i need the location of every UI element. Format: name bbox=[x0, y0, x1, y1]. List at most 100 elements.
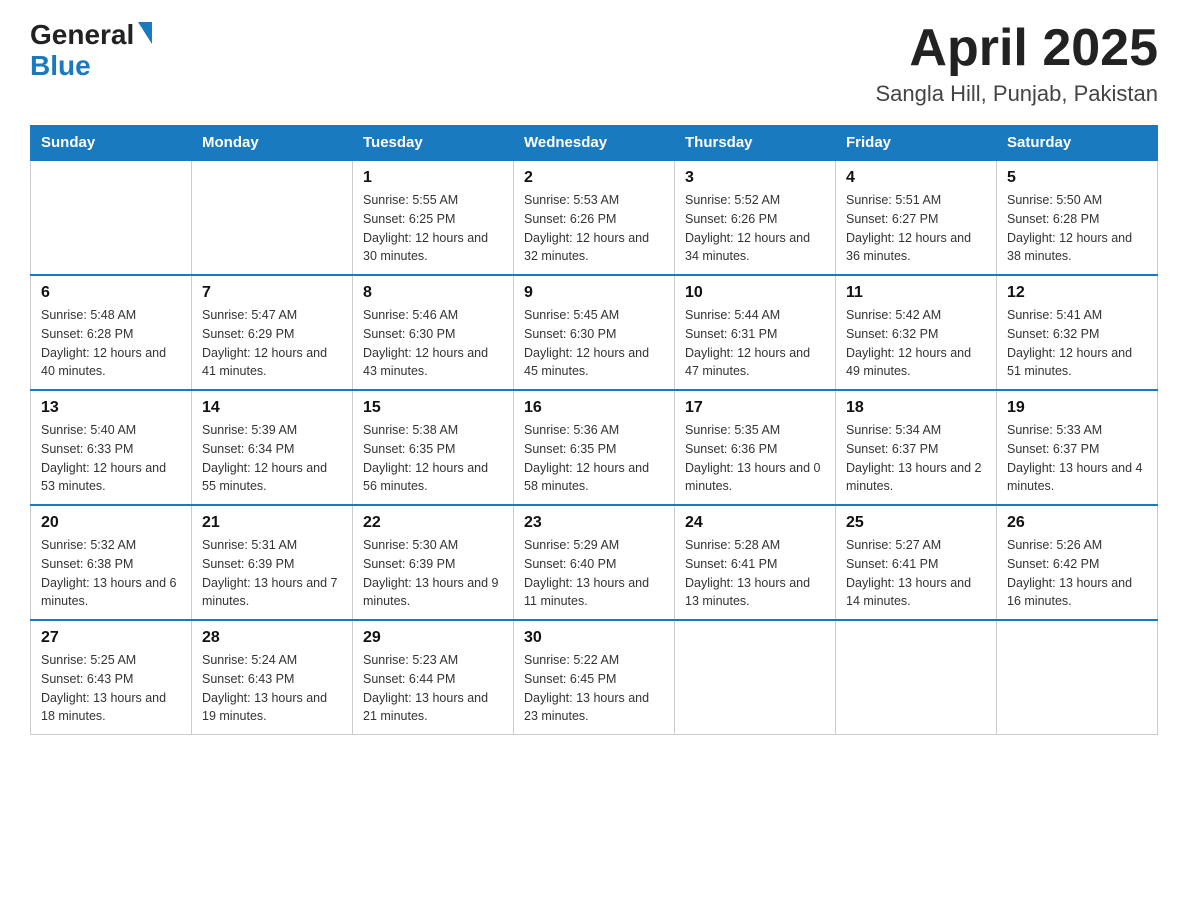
day-number: 11 bbox=[846, 284, 986, 302]
calendar-cell: 21Sunrise: 5:31 AM Sunset: 6:39 PM Dayli… bbox=[192, 505, 353, 620]
day-detail: Sunrise: 5:41 AM Sunset: 6:32 PM Dayligh… bbox=[1007, 306, 1147, 381]
logo: General Blue bbox=[30, 20, 152, 82]
day-number: 25 bbox=[846, 514, 986, 532]
day-number: 28 bbox=[202, 629, 342, 647]
day-detail: Sunrise: 5:26 AM Sunset: 6:42 PM Dayligh… bbox=[1007, 536, 1147, 611]
day-number: 2 bbox=[524, 169, 664, 187]
week-row-5: 27 Sunrise: 5:25 AM Sunset: 6:43 PM Dayli… bbox=[31, 620, 1158, 735]
day-number: 19 bbox=[1007, 399, 1147, 417]
logo-blue-text: Blue bbox=[30, 51, 91, 82]
week-row-3: 13 Sunrise: 5:40 AM Sunset: 6:33 PM Dayli… bbox=[31, 390, 1158, 505]
day-number: 27 bbox=[41, 629, 181, 647]
day-number: 18 bbox=[846, 399, 986, 417]
column-header-saturday: Saturday bbox=[997, 126, 1158, 161]
day-detail: Sunrise: 5:29 AM Sunset: 6:40 PM Dayligh… bbox=[524, 536, 664, 611]
column-header-monday: Monday bbox=[192, 126, 353, 161]
week-row-2: 6 Sunrise: 5:48 AM Sunset: 6:28 PM Daylig… bbox=[31, 275, 1158, 390]
day-detail: Sunrise: 5:28 AM Sunset: 6:41 PM Dayligh… bbox=[685, 536, 825, 611]
column-header-tuesday: Tuesday bbox=[353, 126, 514, 161]
day-number: 1 bbox=[363, 169, 503, 187]
calendar-cell bbox=[675, 620, 836, 735]
logo-triangle-icon bbox=[138, 22, 152, 44]
day-detail: Sunrise: 5:53 AM Sunset: 6:26 PM Dayligh… bbox=[524, 191, 664, 266]
calendar-cell: 15 Sunrise: 5:38 AM Sunset: 6:35 PM Dayli… bbox=[353, 390, 514, 505]
day-number: 22 bbox=[363, 514, 503, 532]
calendar-cell: 14 Sunrise: 5:39 AM Sunset: 6:34 PM Dayli… bbox=[192, 390, 353, 505]
day-number: 24 bbox=[685, 514, 825, 532]
day-detail: Sunrise: 5:47 AM Sunset: 6:29 PM Dayligh… bbox=[202, 306, 342, 381]
day-detail: Sunrise: 5:33 AM Sunset: 6:37 PM Dayligh… bbox=[1007, 421, 1147, 496]
calendar-cell: 9 Sunrise: 5:45 AM Sunset: 6:30 PM Daylig… bbox=[514, 275, 675, 390]
day-detail: Sunrise: 5:46 AM Sunset: 6:30 PM Dayligh… bbox=[363, 306, 503, 381]
title-block: April 2025 Sangla Hill, Punjab, Pakistan bbox=[876, 20, 1159, 107]
day-number: 12 bbox=[1007, 284, 1147, 302]
day-detail: Sunrise: 5:45 AM Sunset: 6:30 PM Dayligh… bbox=[524, 306, 664, 381]
day-number: 23 bbox=[524, 514, 664, 532]
calendar-cell: 12 Sunrise: 5:41 AM Sunset: 6:32 PM Dayli… bbox=[997, 275, 1158, 390]
day-number: 6 bbox=[41, 284, 181, 302]
column-header-sunday: Sunday bbox=[31, 126, 192, 161]
calendar-cell: 30 Sunrise: 5:22 AM Sunset: 6:45 PM Dayli… bbox=[514, 620, 675, 735]
calendar-header: SundayMondayTuesdayWednesdayThursdayFrid… bbox=[31, 126, 1158, 161]
day-detail: Sunrise: 5:55 AM Sunset: 6:25 PM Dayligh… bbox=[363, 191, 503, 266]
day-number: 14 bbox=[202, 399, 342, 417]
day-number: 16 bbox=[524, 399, 664, 417]
day-detail: Sunrise: 5:50 AM Sunset: 6:28 PM Dayligh… bbox=[1007, 191, 1147, 266]
column-header-thursday: Thursday bbox=[675, 126, 836, 161]
day-detail: Sunrise: 5:27 AM Sunset: 6:41 PM Dayligh… bbox=[846, 536, 986, 611]
calendar-cell: 4Sunrise: 5:51 AM Sunset: 6:27 PM Daylig… bbox=[836, 160, 997, 275]
page-header: General Blue April 2025 Sangla Hill, Pun… bbox=[30, 20, 1158, 107]
calendar-table: SundayMondayTuesdayWednesdayThursdayFrid… bbox=[30, 125, 1158, 735]
day-detail: Sunrise: 5:42 AM Sunset: 6:32 PM Dayligh… bbox=[846, 306, 986, 381]
column-header-friday: Friday bbox=[836, 126, 997, 161]
day-detail: Sunrise: 5:34 AM Sunset: 6:37 PM Dayligh… bbox=[846, 421, 986, 496]
week-row-1: 1 Sunrise: 5:55 AM Sunset: 6:25 PM Daylig… bbox=[31, 160, 1158, 275]
calendar-cell: 7 Sunrise: 5:47 AM Sunset: 6:29 PM Daylig… bbox=[192, 275, 353, 390]
day-number: 29 bbox=[363, 629, 503, 647]
day-number: 8 bbox=[363, 284, 503, 302]
header-row: SundayMondayTuesdayWednesdayThursdayFrid… bbox=[31, 126, 1158, 161]
week-row-4: 20 Sunrise: 5:32 AM Sunset: 6:38 PM Dayli… bbox=[31, 505, 1158, 620]
day-number: 15 bbox=[363, 399, 503, 417]
column-header-wednesday: Wednesday bbox=[514, 126, 675, 161]
calendar-body: 1 Sunrise: 5:55 AM Sunset: 6:25 PM Daylig… bbox=[31, 160, 1158, 735]
day-detail: Sunrise: 5:22 AM Sunset: 6:45 PM Dayligh… bbox=[524, 651, 664, 726]
calendar-cell: 25 Sunrise: 5:27 AM Sunset: 6:41 PM Dayli… bbox=[836, 505, 997, 620]
day-number: 17 bbox=[685, 399, 825, 417]
calendar-cell bbox=[192, 160, 353, 275]
day-number: 30 bbox=[524, 629, 664, 647]
day-detail: Sunrise: 5:30 AM Sunset: 6:39 PM Dayligh… bbox=[363, 536, 503, 611]
calendar-cell bbox=[836, 620, 997, 735]
calendar-cell: 22 Sunrise: 5:30 AM Sunset: 6:39 PM Dayli… bbox=[353, 505, 514, 620]
calendar-cell: 23 Sunrise: 5:29 AM Sunset: 6:40 PM Dayli… bbox=[514, 505, 675, 620]
calendar-cell: 24 Sunrise: 5:28 AM Sunset: 6:41 PM Dayli… bbox=[675, 505, 836, 620]
calendar-cell: 18 Sunrise: 5:34 AM Sunset: 6:37 PM Dayli… bbox=[836, 390, 997, 505]
day-detail: Sunrise: 5:51 AM Sunset: 6:27 PM Dayligh… bbox=[846, 191, 986, 266]
calendar-cell: 16Sunrise: 5:36 AM Sunset: 6:35 PM Dayli… bbox=[514, 390, 675, 505]
day-number: 13 bbox=[41, 399, 181, 417]
calendar-title: April 2025 bbox=[876, 20, 1159, 77]
calendar-subtitle: Sangla Hill, Punjab, Pakistan bbox=[876, 81, 1159, 107]
day-detail: Sunrise: 5:25 AM Sunset: 6:43 PM Dayligh… bbox=[41, 651, 181, 726]
day-detail: Sunrise: 5:48 AM Sunset: 6:28 PM Dayligh… bbox=[41, 306, 181, 381]
calendar-cell: 20 Sunrise: 5:32 AM Sunset: 6:38 PM Dayli… bbox=[31, 505, 192, 620]
day-number: 5 bbox=[1007, 169, 1147, 187]
calendar-cell bbox=[31, 160, 192, 275]
calendar-cell: 27 Sunrise: 5:25 AM Sunset: 6:43 PM Dayli… bbox=[31, 620, 192, 735]
day-detail: Sunrise: 5:39 AM Sunset: 6:34 PM Dayligh… bbox=[202, 421, 342, 496]
day-number: 26 bbox=[1007, 514, 1147, 532]
logo-general-text: General bbox=[30, 20, 134, 51]
day-detail: Sunrise: 5:40 AM Sunset: 6:33 PM Dayligh… bbox=[41, 421, 181, 496]
day-number: 3 bbox=[685, 169, 825, 187]
day-detail: Sunrise: 5:35 AM Sunset: 6:36 PM Dayligh… bbox=[685, 421, 825, 496]
day-detail: Sunrise: 5:31 AM Sunset: 6:39 PM Dayligh… bbox=[202, 536, 342, 611]
calendar-cell: 13 Sunrise: 5:40 AM Sunset: 6:33 PM Dayli… bbox=[31, 390, 192, 505]
day-number: 9 bbox=[524, 284, 664, 302]
day-detail: Sunrise: 5:23 AM Sunset: 6:44 PM Dayligh… bbox=[363, 651, 503, 726]
day-detail: Sunrise: 5:32 AM Sunset: 6:38 PM Dayligh… bbox=[41, 536, 181, 611]
day-detail: Sunrise: 5:44 AM Sunset: 6:31 PM Dayligh… bbox=[685, 306, 825, 381]
day-detail: Sunrise: 5:38 AM Sunset: 6:35 PM Dayligh… bbox=[363, 421, 503, 496]
calendar-cell: 28Sunrise: 5:24 AM Sunset: 6:43 PM Dayli… bbox=[192, 620, 353, 735]
day-number: 7 bbox=[202, 284, 342, 302]
day-number: 20 bbox=[41, 514, 181, 532]
